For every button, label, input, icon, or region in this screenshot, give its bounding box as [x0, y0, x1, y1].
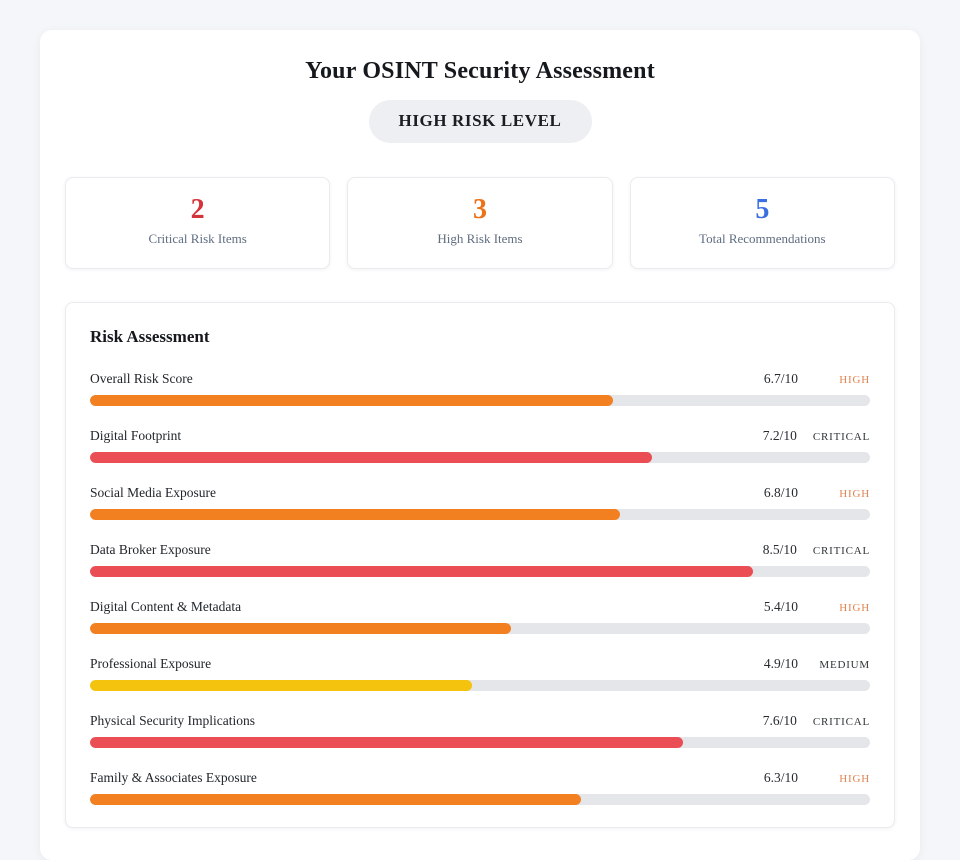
total-recommendations-count: 5	[631, 195, 894, 225]
risk-row-label: Digital Footprint	[90, 428, 181, 444]
summary-stats-row: 2 Critical Risk Items 3 High Risk Items …	[65, 177, 895, 269]
risk-row-label: Data Broker Exposure	[90, 542, 211, 558]
risk-row-score: 8.5/10	[763, 542, 797, 558]
risk-row-severity-badge: CRITICAL	[813, 431, 870, 443]
risk-row-overall-risk-score: Overall Risk Score 6.7/10 HIGH	[90, 371, 870, 406]
risk-row-label: Physical Security Implications	[90, 713, 255, 729]
risk-row-score: 6.3/10	[764, 770, 798, 786]
risk-row-score: 6.8/10	[764, 485, 798, 501]
stat-card-high-risk-items: 3 High Risk Items	[347, 177, 612, 269]
risk-row-label: Family & Associates Exposure	[90, 770, 257, 786]
assessment-report-card: Your OSINT Security Assessment HIGH RISK…	[40, 30, 920, 860]
risk-row-severity-badge: HIGH	[814, 488, 870, 500]
risk-progress-fill	[90, 623, 511, 634]
risk-progress-fill	[90, 737, 683, 748]
risk-row-severity-badge: CRITICAL	[813, 716, 870, 728]
risk-row-physical-security-implications: Physical Security Implications 7.6/10 CR…	[90, 713, 870, 748]
high-risk-label: High Risk Items	[348, 231, 611, 247]
risk-level-badge-container: HIGH RISK LEVEL	[65, 100, 895, 143]
risk-row-digital-footprint: Digital Footprint 7.2/10 CRITICAL	[90, 428, 870, 463]
risk-progress-fill	[90, 566, 753, 577]
risk-row-severity-badge: HIGH	[814, 773, 870, 785]
risk-row-score: 5.4/10	[764, 599, 798, 615]
risk-assessment-heading: Risk Assessment	[90, 327, 870, 347]
risk-progress-track	[90, 452, 870, 463]
stat-card-critical-risk-items: 2 Critical Risk Items	[65, 177, 330, 269]
risk-progress-track	[90, 509, 870, 520]
risk-progress-track	[90, 395, 870, 406]
risk-row-label: Professional Exposure	[90, 656, 211, 672]
critical-risk-label: Critical Risk Items	[66, 231, 329, 247]
risk-assessment-section: Risk Assessment Overall Risk Score 6.7/1…	[65, 302, 895, 828]
high-risk-count: 3	[348, 195, 611, 225]
critical-risk-count: 2	[66, 195, 329, 225]
risk-level-badge: HIGH RISK LEVEL	[369, 100, 592, 143]
risk-row-data-broker-exposure: Data Broker Exposure 8.5/10 CRITICAL	[90, 542, 870, 577]
risk-row-severity-badge: CRITICAL	[813, 545, 870, 557]
risk-progress-fill	[90, 395, 613, 406]
risk-row-severity-badge: HIGH	[814, 374, 870, 386]
risk-row-label: Social Media Exposure	[90, 485, 216, 501]
risk-row-severity-badge: MEDIUM	[814, 659, 870, 671]
risk-row-social-media-exposure: Social Media Exposure 6.8/10 HIGH	[90, 485, 870, 520]
risk-progress-track	[90, 680, 870, 691]
risk-row-family-associates-exposure: Family & Associates Exposure 6.3/10 HIGH	[90, 770, 870, 805]
risk-row-score: 7.2/10	[763, 428, 797, 444]
risk-progress-fill	[90, 680, 472, 691]
page-title: Your OSINT Security Assessment	[65, 58, 895, 85]
risk-row-score: 4.9/10	[764, 656, 798, 672]
stat-card-total-recommendations: 5 Total Recommendations	[630, 177, 895, 269]
risk-progress-track	[90, 566, 870, 577]
total-recommendations-label: Total Recommendations	[631, 231, 894, 247]
risk-progress-fill	[90, 509, 620, 520]
risk-progress-track	[90, 794, 870, 805]
risk-progress-fill	[90, 794, 581, 805]
risk-row-severity-badge: HIGH	[814, 602, 870, 614]
risk-row-score: 6.7/10	[764, 371, 798, 387]
risk-row-score: 7.6/10	[763, 713, 797, 729]
risk-progress-track	[90, 623, 870, 634]
risk-row-professional-exposure: Professional Exposure 4.9/10 MEDIUM	[90, 656, 870, 691]
risk-row-label: Digital Content & Metadata	[90, 599, 241, 615]
risk-progress-fill	[90, 452, 652, 463]
risk-row-label: Overall Risk Score	[90, 371, 193, 387]
risk-progress-track	[90, 737, 870, 748]
risk-row-digital-content-metadata: Digital Content & Metadata 5.4/10 HIGH	[90, 599, 870, 634]
